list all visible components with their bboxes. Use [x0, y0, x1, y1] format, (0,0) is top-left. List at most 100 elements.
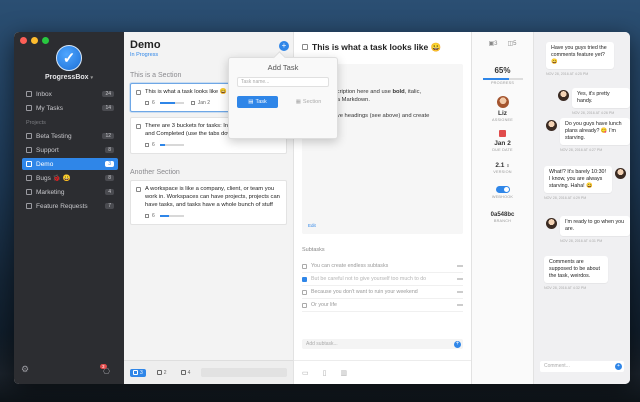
workspace-switcher[interactable]: ProgressBox ▾ — [14, 74, 124, 81]
version-stat[interactable]: 2.1 ⇕ VERSION — [472, 162, 533, 174]
comment-text: I'm ready to go when you are. — [560, 216, 630, 236]
desc-bold: bold — [392, 89, 405, 95]
subtask-item[interactable]: Because you don't want to ruin your week… — [302, 286, 463, 299]
sidebar-item-label: Bugs 🐞 😀 — [36, 175, 71, 182]
task-search-input[interactable] — [201, 368, 287, 377]
task-progress-bar — [159, 215, 184, 217]
zoom-window-button[interactable] — [42, 37, 49, 44]
add-task-type-button[interactable]: ▤ Task — [237, 96, 278, 108]
project-title: Demo — [130, 39, 161, 51]
sidebar-item-label: My Tasks — [36, 104, 63, 112]
stat-label: WEBHOOK — [491, 195, 514, 199]
subtask-checkbox[interactable] — [302, 289, 307, 295]
add-subtask-input[interactable]: Add subtask... + — [302, 339, 463, 349]
add-task-popover: Add Task Task name... ▤ Task ▦ Section — [228, 57, 338, 139]
drag-handle-icon[interactable] — [457, 278, 463, 280]
sidebar-item-feature-requests[interactable]: Feature Requests 7 — [22, 200, 118, 212]
stat-label: BRANCH — [493, 219, 512, 223]
section-header: Another Section — [130, 169, 180, 176]
add-subtask-button[interactable]: + — [454, 340, 461, 348]
comment-text: Have you guys tried the comments feature… — [546, 42, 614, 69]
task-properties-panel: ▣3 ◫5 65% PROGRESS Liz ASSIGNEE Jan 2 DU… — [472, 32, 534, 384]
tasks-icon — [26, 105, 32, 111]
task-subtask-count: 6 — [152, 213, 155, 219]
sidebar-item-beta-testing[interactable]: Beta Testing 12 — [22, 130, 118, 142]
progress-stat[interactable]: 65% PROGRESS — [472, 66, 533, 85]
project-icon — [26, 147, 32, 153]
count-badge: 3 — [105, 161, 114, 167]
assignee-stat[interactable]: Liz ASSIGNEE — [472, 96, 533, 122]
stepper-icon[interactable]: ⇕ — [506, 163, 509, 168]
sidebar-item-label: Feature Requests — [36, 202, 88, 210]
subtask-checkbox[interactable] — [302, 263, 307, 269]
archive-icon[interactable]: ▭ — [302, 369, 309, 377]
attachments-count[interactable]: ▣3 — [488, 40, 497, 47]
assignee-name: Liz — [497, 110, 508, 117]
comments-count[interactable]: ◫5 — [508, 40, 517, 47]
edit-description-link[interactable]: Edit — [308, 222, 316, 230]
hash-stat[interactable]: 0a548bc BRANCH — [472, 212, 533, 223]
subtask-item[interactable]: Or your life — [302, 299, 463, 312]
sidebar-item-inbox[interactable]: Inbox 24 — [22, 88, 118, 100]
placeholder-text: Comment... — [544, 363, 570, 369]
sidebar-item-bugs[interactable]: Bugs 🐞 😀 8 — [22, 172, 118, 184]
close-window-button[interactable] — [20, 37, 27, 44]
task-name-input[interactable]: Task name... — [237, 77, 329, 87]
notification-badge: 3 — [100, 364, 107, 369]
workspace-name: ProgressBox — [44, 74, 89, 81]
count-badge: 14 — [102, 105, 114, 111]
detail-task-title[interactable]: This is what a task looks like 😀 — [312, 42, 441, 53]
count-badge: 8 — [105, 175, 114, 181]
task-subtask-count: 6 — [152, 100, 155, 106]
drag-handle-icon[interactable] — [457, 304, 463, 306]
document-icon[interactable]: ▯ — [323, 369, 327, 377]
stat-label: ASSIGNEE — [491, 118, 513, 122]
sidebar-item-support[interactable]: Support 8 — [22, 144, 118, 156]
subtask-checkbox[interactable] — [302, 302, 307, 308]
due-date-stat[interactable]: Jan 2 DUE DATE — [472, 130, 533, 152]
toggle-switch[interactable] — [495, 186, 510, 193]
comment-item: Comments are supposed to be about the ta… — [544, 256, 608, 292]
subtask-item[interactable]: You can create endless subtasks — [302, 260, 463, 273]
sidebar-item-my-tasks[interactable]: My Tasks 14 — [22, 102, 118, 114]
comment-input[interactable]: Comment... + — [540, 361, 624, 372]
comment-text: Yes, it's pretty handy. — [572, 88, 630, 108]
window-controls — [20, 37, 49, 44]
desc-text: , italic, — [404, 89, 422, 95]
drag-handle-icon[interactable] — [457, 291, 463, 293]
stat-label: PROGRESS — [490, 81, 515, 85]
subtask-checkbox[interactable] — [302, 276, 307, 282]
drag-handle-icon[interactable] — [457, 265, 463, 267]
section-icon: ▦ — [295, 99, 301, 105]
task-checkbox[interactable] — [136, 186, 141, 192]
project-icon — [26, 161, 32, 167]
project-icon — [26, 189, 32, 195]
button-label: Task — [255, 99, 267, 105]
tab-completed[interactable]: 4 — [178, 369, 194, 377]
minimize-window-button[interactable] — [31, 37, 38, 44]
task-card[interactable]: A workspace is like a company, client, o… — [130, 180, 287, 225]
tab-in-progress[interactable]: 3 — [130, 368, 146, 377]
notifications-button[interactable]: 3 ⎔ — [100, 364, 110, 376]
add-task-button[interactable]: + — [279, 41, 289, 51]
sidebar-item-marketing[interactable]: Marketing 4 — [22, 186, 118, 198]
progress-bar — [482, 78, 523, 80]
project-status[interactable]: In Progress — [130, 52, 158, 58]
comment-time: NOV 28, 2016 AT 4:26 PM — [572, 111, 615, 115]
detail-task-checkbox[interactable] — [302, 44, 308, 50]
subtask-label: You can create endless subtasks — [311, 263, 389, 269]
sidebar-item-demo[interactable]: Demo 3 — [22, 158, 118, 170]
toggle-stat[interactable]: WEBHOOK — [472, 186, 533, 199]
add-section-type-button[interactable]: ▦ Section — [288, 96, 329, 108]
project-icon — [26, 175, 32, 181]
task-checkbox[interactable] — [136, 123, 141, 129]
task-checkbox[interactable] — [136, 89, 141, 95]
completed-icon — [180, 370, 186, 375]
tab-backlog[interactable]: 2 — [154, 369, 170, 377]
trash-icon[interactable]: ▥ — [340, 369, 347, 377]
sidebar-item-label: Beta Testing — [36, 132, 72, 140]
send-comment-button[interactable]: + — [615, 363, 622, 370]
gear-icon[interactable]: ⚙ — [21, 364, 29, 375]
subtask-item[interactable]: But be careful not to give yourself too … — [302, 273, 463, 286]
avatar — [615, 168, 626, 179]
